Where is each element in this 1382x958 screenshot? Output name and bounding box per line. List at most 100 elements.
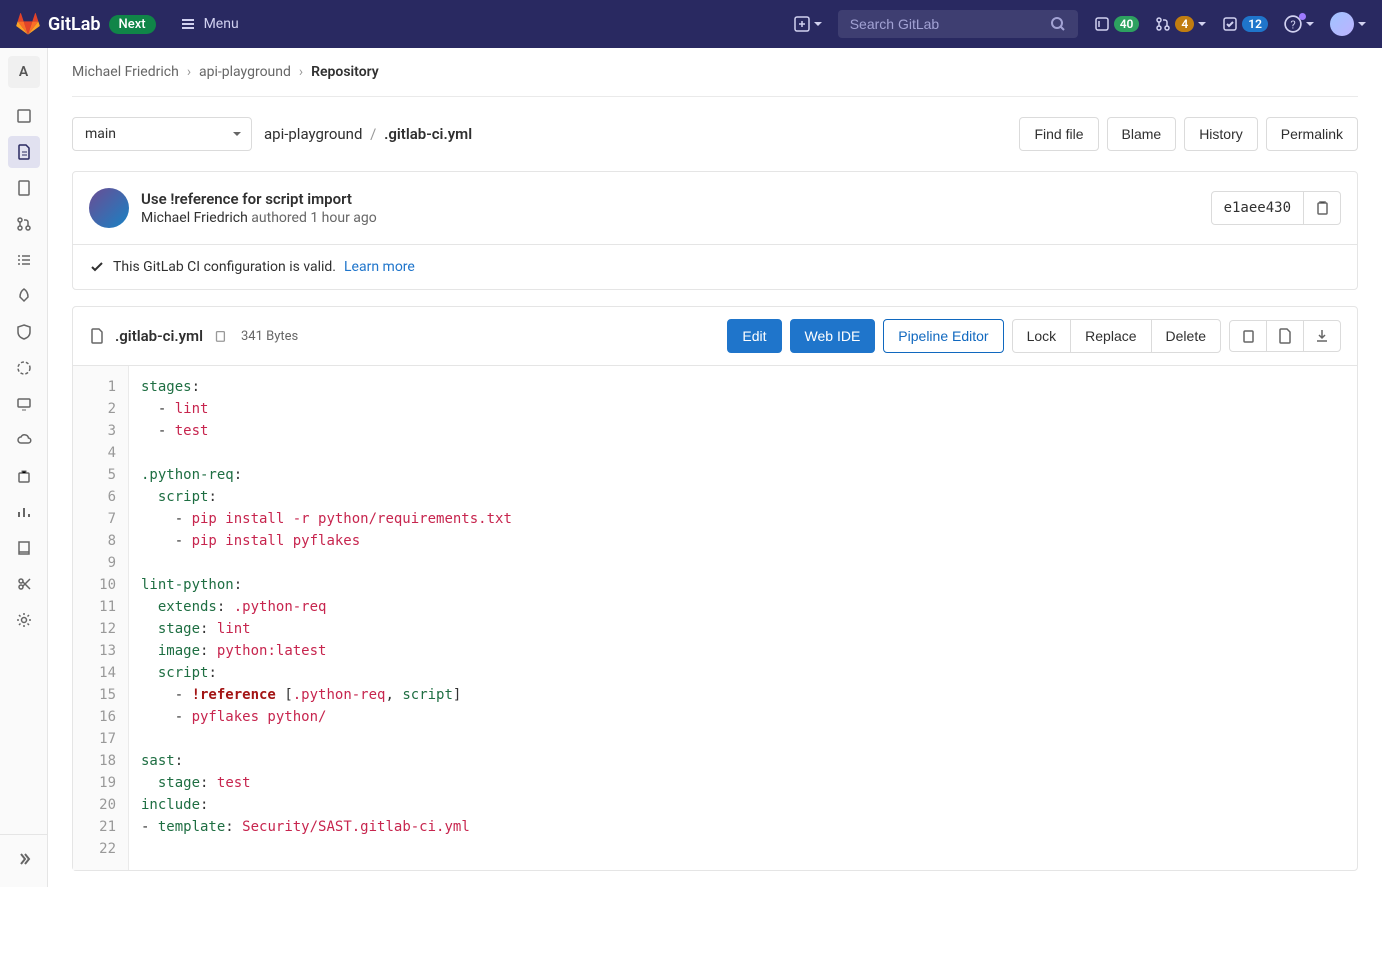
gear-icon (16, 612, 32, 628)
web-ide-button[interactable]: Web IDE (790, 319, 876, 353)
history-button[interactable]: History (1184, 117, 1258, 151)
chevron-right-icon: › (187, 64, 191, 80)
issue-icon (16, 180, 32, 196)
sidebar-collapse[interactable] (8, 843, 40, 875)
book-icon (16, 540, 32, 556)
blame-button[interactable]: Blame (1107, 117, 1177, 151)
issues-icon (1094, 16, 1110, 32)
sidebar-analytics[interactable] (8, 496, 40, 528)
cloud-icon (16, 432, 32, 448)
chevron-right-icon (16, 851, 32, 867)
breadcrumb-user[interactable]: Michael Friedrich (72, 64, 179, 80)
commit-sha-box: e1aee430 (1211, 191, 1341, 225)
raw-button[interactable] (1266, 320, 1304, 352)
plus-square-icon (794, 16, 810, 32)
sidebar-monitor[interactable] (8, 388, 40, 420)
search-box[interactable] (838, 10, 1078, 38)
ci-valid-text: This GitLab CI configuration is valid. (113, 259, 336, 275)
main-content: Michael Friedrich › api-playground › Rep… (48, 48, 1382, 887)
search-icon (1050, 16, 1066, 32)
clipboard-icon (1240, 328, 1256, 344)
commit-box: Use !reference for script import Michael… (72, 171, 1358, 290)
commit-meta: Michael Friedrich authored 1 hour ago (141, 210, 1199, 226)
sidebar-shield[interactable] (8, 316, 40, 348)
copy-path-icon[interactable] (213, 329, 227, 343)
sidebar-wiki[interactable] (8, 532, 40, 564)
svg-text:?: ? (1290, 19, 1295, 32)
list-icon (16, 252, 32, 268)
home-icon (16, 108, 32, 124)
replace-button[interactable]: Replace (1070, 319, 1151, 353)
commit-title[interactable]: Use !reference for script import (141, 190, 1199, 208)
branch-selector[interactable]: main (72, 117, 252, 151)
file-icon-actions (1229, 320, 1341, 352)
lock-button[interactable]: Lock (1012, 319, 1072, 353)
download-button[interactable] (1303, 320, 1341, 352)
edit-button[interactable]: Edit (727, 319, 781, 353)
file-name: .gitlab-ci.yml (115, 327, 203, 345)
commit-sha[interactable]: e1aee430 (1212, 192, 1303, 224)
help-button[interactable]: ? (1284, 15, 1314, 33)
sidebar-deployments[interactable] (8, 352, 40, 384)
chevron-down-icon (1306, 22, 1314, 30)
path-project[interactable]: api-playground (264, 125, 362, 143)
pipeline-editor-button[interactable]: Pipeline Editor (883, 319, 1003, 353)
code-content[interactable]: stages: - lint - test .python-req: scrip… (129, 366, 1357, 870)
breadcrumb-project[interactable]: api-playground (199, 64, 291, 80)
merge-icon (16, 216, 32, 232)
sidebar-security[interactable] (8, 280, 40, 312)
file-path: api-playground / .gitlab-ci.yml (264, 125, 472, 143)
delete-button[interactable]: Delete (1151, 319, 1221, 353)
menu-label: Menu (204, 16, 239, 32)
file-viewer: .gitlab-ci.yml 341 Bytes Edit Web IDE Pi… (72, 306, 1358, 871)
notification-dot-icon (1299, 13, 1306, 20)
project-avatar[interactable]: A (8, 56, 40, 88)
scissors-icon (16, 576, 32, 592)
ci-validation-row: This GitLab CI configuration is valid. L… (73, 244, 1357, 289)
search-input[interactable] (850, 16, 1050, 32)
sidebar-settings[interactable] (8, 604, 40, 636)
sidebar-repository[interactable] (8, 136, 40, 168)
clipboard-icon (1314, 200, 1330, 216)
sidebar-snippets[interactable] (8, 568, 40, 600)
commit-time: 1 hour ago (310, 210, 376, 226)
sidebar-packages[interactable] (8, 460, 40, 492)
learn-more-link[interactable]: Learn more (344, 259, 415, 275)
user-menu[interactable] (1330, 12, 1366, 36)
download-icon (1314, 328, 1330, 344)
todo-icon (1222, 16, 1238, 32)
commit-author-avatar[interactable] (89, 188, 129, 228)
sidebar-merge-requests[interactable] (8, 208, 40, 240)
file-actions-group: Lock Replace Delete (1012, 319, 1221, 353)
merge-requests-link[interactable]: 4 (1155, 16, 1206, 32)
sidebar-issues[interactable] (8, 172, 40, 204)
menu-button[interactable]: Menu (180, 16, 239, 32)
copy-sha-button[interactable] (1303, 192, 1340, 224)
package-icon (16, 468, 32, 484)
create-new-button[interactable] (794, 16, 822, 32)
commit-author[interactable]: Michael Friedrich (141, 210, 248, 226)
issues-count: 40 (1114, 16, 1140, 32)
chart-icon (16, 504, 32, 520)
issues-link[interactable]: 40 (1094, 16, 1140, 32)
sidebar-infrastructure[interactable] (8, 424, 40, 456)
top-navbar: GitLab Next Menu 40 4 12 ? (0, 0, 1382, 48)
sidebar-ci-cd[interactable] (8, 244, 40, 276)
sidebar-project-info[interactable] (8, 100, 40, 132)
file-icon (89, 328, 105, 344)
todos-link[interactable]: 12 (1222, 16, 1268, 32)
mr-count: 4 (1175, 16, 1194, 32)
file-navigation: main api-playground / .gitlab-ci.yml Fin… (72, 117, 1358, 151)
line-numbers: 12345678910111213141516171819202122 (73, 366, 129, 870)
check-icon (89, 259, 105, 275)
gitlab-logo[interactable]: GitLab (16, 12, 101, 36)
find-file-button[interactable]: Find file (1019, 117, 1098, 151)
file-size: 341 Bytes (241, 329, 298, 344)
path-file[interactable]: .gitlab-ci.yml (384, 125, 472, 143)
shield-icon (16, 324, 32, 340)
copy-contents-button[interactable] (1229, 320, 1267, 352)
todo-count: 12 (1242, 16, 1268, 32)
next-badge[interactable]: Next (109, 15, 156, 34)
permalink-button[interactable]: Permalink (1266, 117, 1358, 151)
deployments-icon (16, 360, 32, 376)
